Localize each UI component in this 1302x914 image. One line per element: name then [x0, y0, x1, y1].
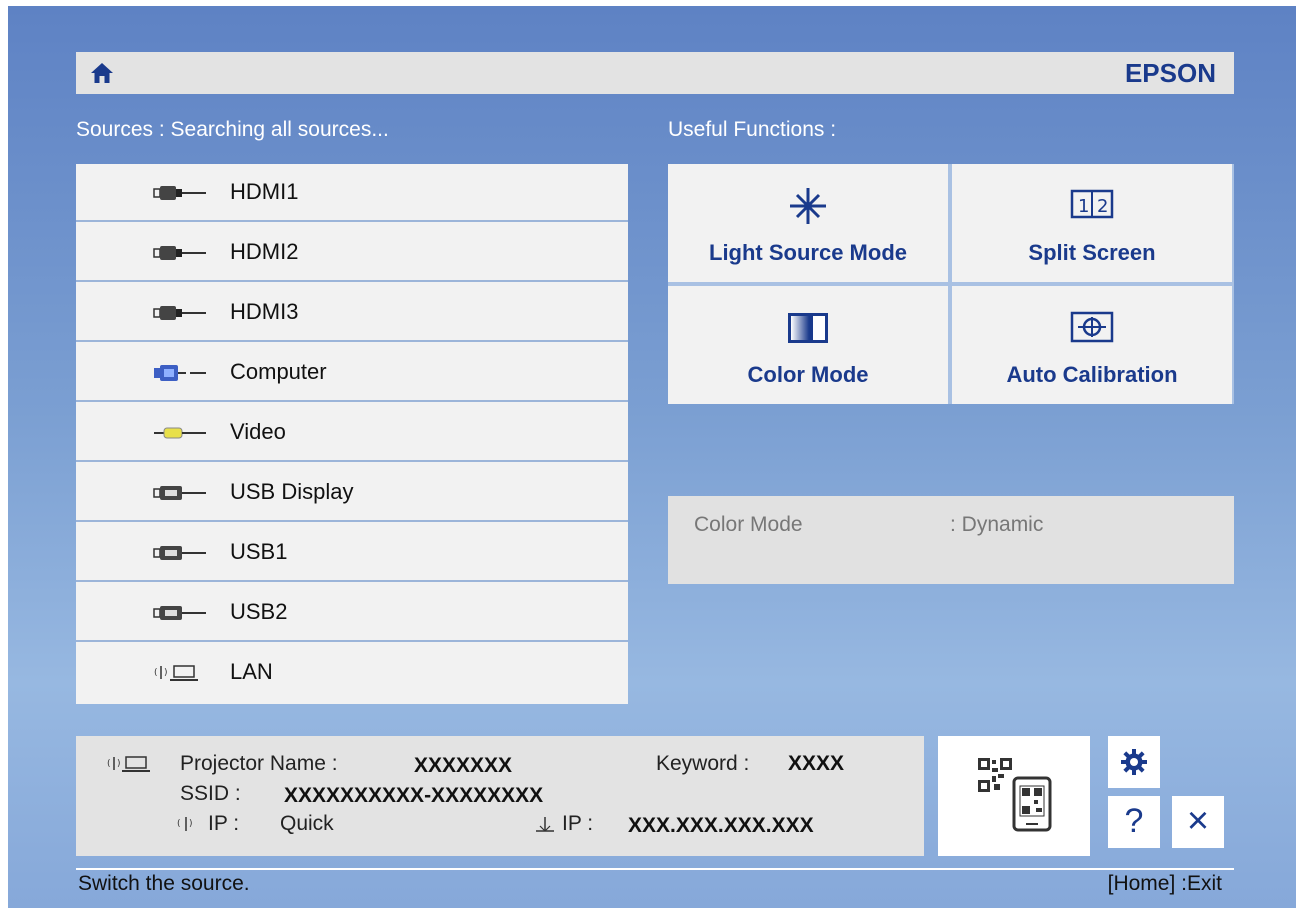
sources-list: HDMI1 HDMI2 HDMI3 Computer Video USB Dis…: [76, 164, 628, 704]
source-item-hdmi1[interactable]: HDMI1: [76, 164, 628, 222]
source-label: USB2: [230, 599, 288, 624]
hdmi-icon: [153, 186, 206, 200]
svg-text:): ): [117, 759, 121, 769]
sources-title: Sources : Searching all sources...: [76, 118, 389, 141]
ssid-label: SSID :: [180, 782, 241, 805]
svg-text:): ): [164, 668, 168, 678]
lan-icon: ( ): [154, 665, 198, 681]
light-source-icon: [790, 188, 826, 224]
usb-icon: [153, 546, 206, 560]
svg-text:(: (: [107, 759, 111, 769]
light-source-mode-button[interactable]: Light Source Mode: [668, 164, 948, 282]
qr-code-button[interactable]: [938, 736, 1090, 856]
svg-text:(: (: [177, 819, 181, 829]
color-mode-button[interactable]: Color Mode: [668, 286, 948, 404]
svg-text:2: 2: [1097, 196, 1108, 217]
ssid-value: XXXXXXXXXX-XXXXXXXX: [284, 784, 544, 807]
split-screen-button[interactable]: 1 2 Split Screen: [952, 164, 1232, 282]
source-label: HDMI2: [230, 239, 299, 264]
help-icon: ?: [1124, 802, 1144, 840]
function-label: Split Screen: [1028, 240, 1156, 265]
source-item-usb2[interactable]: USB2: [76, 584, 628, 642]
exit-hint: [Home] :Exit: [1107, 872, 1222, 895]
source-item-lan[interactable]: ( ) LAN: [76, 644, 628, 702]
auto-calibration-icon: [1070, 311, 1114, 343]
source-label: LAN: [230, 659, 273, 684]
source-item-hdmi2[interactable]: HDMI2: [76, 224, 628, 282]
brand-logo: EPSON: [1124, 58, 1216, 88]
projector-name-label: Projector Name :: [180, 752, 338, 775]
svg-text:1: 1: [1078, 196, 1089, 217]
vga-icon: [154, 365, 206, 381]
projector-name-value: XXXXXXX: [414, 754, 513, 777]
video-icon: [154, 427, 206, 439]
source-label: USB1: [230, 539, 288, 564]
auto-calibration-button[interactable]: Auto Calibration: [952, 286, 1232, 404]
keyword-label: Keyword :: [656, 752, 750, 775]
help-button[interactable]: ?: [1108, 796, 1160, 848]
hdmi-icon: [153, 246, 206, 260]
close-button[interactable]: ×: [1172, 796, 1224, 848]
lan-icon: ( ): [107, 756, 150, 772]
home-icon[interactable]: [90, 61, 114, 85]
keyword-value: XXXX: [788, 752, 845, 775]
network-info-panel: ( ) Projector Name : XXXXXXX Keyword : X…: [76, 736, 924, 856]
status-message: Switch the source.: [78, 872, 250, 895]
ip-quick-label: IP :: [208, 812, 240, 835]
svg-text:): ): [189, 819, 193, 829]
function-label: Auto Calibration: [1006, 362, 1178, 387]
info-key: Color Mode: [694, 513, 803, 536]
usb-icon: [153, 606, 206, 620]
source-label: HDMI3: [230, 299, 299, 324]
close-icon: ×: [1186, 800, 1210, 842]
source-item-computer[interactable]: Computer: [76, 344, 628, 402]
qr-phone-icon: [978, 758, 1052, 832]
projector-home-screen: EPSON Sources : Searching all sources...…: [8, 6, 1296, 908]
info-value: : Dynamic: [950, 513, 1044, 536]
function-label: Color Mode: [747, 362, 869, 387]
function-label: Light Source Mode: [709, 240, 907, 265]
source-label: USB Display: [230, 479, 354, 504]
wired-lan-icon: [536, 817, 554, 832]
source-label: HDMI1: [230, 179, 299, 204]
ip-wired-value: XXX.XXX.XXX.XXX: [628, 814, 814, 837]
usb-display-icon: [153, 486, 206, 500]
ip-wired-label: IP :: [562, 812, 594, 835]
settings-button[interactable]: [1108, 736, 1160, 788]
source-item-video[interactable]: Video: [76, 404, 628, 462]
wireless-icon: ( ): [177, 817, 193, 831]
source-label: Video: [230, 419, 286, 444]
source-item-hdmi3[interactable]: HDMI3: [76, 284, 628, 342]
source-item-usb1[interactable]: USB1: [76, 524, 628, 582]
function-info-panel: Color Mode : Dynamic: [668, 496, 1234, 584]
source-label: Computer: [230, 359, 327, 384]
functions-title: Useful Functions :: [668, 118, 837, 141]
gear-icon: [1121, 749, 1147, 775]
source-item-usb-display[interactable]: USB Display: [76, 464, 628, 522]
status-divider: [76, 868, 1234, 870]
hdmi-icon: [153, 306, 206, 320]
split-screen-icon: 1 2: [1070, 189, 1114, 219]
color-mode-icon: [788, 313, 828, 343]
functions-grid: Light Source Mode 1 2 Split Screen Color…: [668, 164, 1234, 404]
svg-text:(: (: [154, 668, 158, 678]
ip-quick-value: Quick: [280, 812, 334, 835]
top-bar: EPSON: [76, 52, 1234, 94]
